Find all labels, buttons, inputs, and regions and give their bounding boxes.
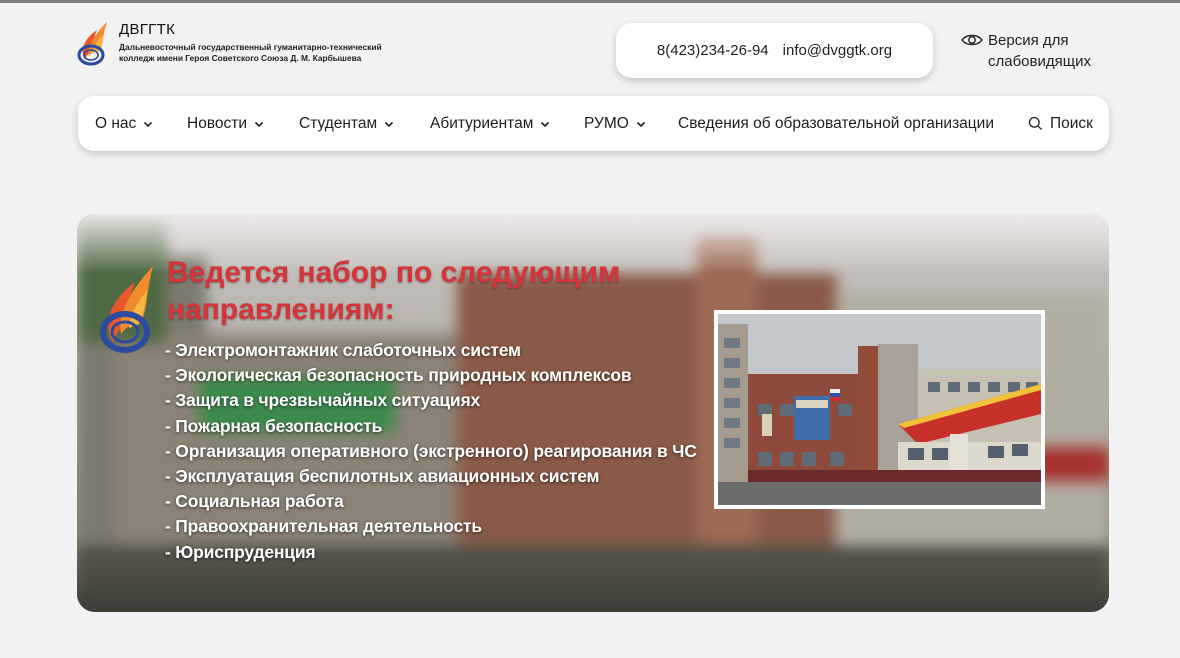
nav-item-label: РУМО	[584, 114, 629, 132]
programs-list: Электромонтажник слаботочных систем Экол…	[165, 338, 697, 565]
banner-title: Ведется набор по следующим направлениям:	[167, 256, 621, 326]
nav-item-about[interactable]: О нас	[95, 96, 153, 151]
program-item: Защита в чрезвычайных ситуациях	[165, 388, 697, 413]
program-item: Пожарная безопасность	[165, 414, 697, 439]
nav-item-label: Новости	[187, 114, 248, 132]
nav-item-label: О нас	[95, 114, 137, 132]
banner-emblem-icon	[100, 266, 153, 353]
program-item: Организация оперативного (экстренного) р…	[165, 439, 697, 464]
search-label: Поиск	[1050, 114, 1093, 132]
admission-banner[interactable]: Ведется набор по следующим направлениям:…	[77, 214, 1109, 612]
program-item: Электромонтажник слаботочных систем	[165, 338, 697, 363]
eye-icon	[961, 34, 983, 46]
nav-item-label: Студентам	[299, 114, 378, 132]
nav-item-org-info[interactable]: Сведения об образовательной организации	[678, 96, 994, 151]
chevron-down-icon	[385, 121, 394, 128]
college-building-photo	[714, 310, 1045, 509]
chevron-down-icon	[636, 121, 645, 128]
search-icon	[1028, 116, 1043, 131]
nav-item-label: Абитуриентам	[430, 114, 534, 132]
main-navigation: О нас Новости Студентам Абитуриентам РУМ…	[78, 96, 1109, 151]
nav-item-news[interactable]: Новости	[187, 96, 264, 151]
program-item: Экологическая безопасность природных ком…	[165, 363, 697, 388]
logo-full-name: Дальневосточный государственный гуманита…	[119, 42, 382, 63]
college-emblem-icon	[77, 22, 107, 66]
nav-item-rumo[interactable]: РУМО	[584, 96, 646, 151]
chevron-down-icon	[541, 121, 550, 128]
accessibility-version-link[interactable]: Версия для слабовидящих	[961, 30, 1098, 72]
search-button[interactable]: Поиск	[1028, 96, 1093, 151]
building-illustration	[718, 314, 1041, 505]
program-item: Правоохранительная деятельность	[165, 514, 697, 539]
top-border	[0, 0, 1180, 3]
logo-abbreviation: ДВГГТК	[119, 21, 176, 38]
nav-item-applicants[interactable]: Абитуриентам	[430, 96, 550, 151]
email-link[interactable]: info@dvggtk.org	[783, 42, 892, 59]
phone-link[interactable]: 8(423)234-26-94	[657, 42, 769, 59]
program-item: Социальная работа	[165, 489, 697, 514]
nav-item-students[interactable]: Студентам	[299, 96, 394, 151]
program-item: Юриспруденция	[165, 540, 697, 565]
nav-item-label: Сведения об образовательной организации	[678, 114, 994, 132]
site-logo[interactable]: ДВГГТК Дальневосточный государственный г…	[77, 20, 419, 68]
chevron-down-icon	[144, 121, 153, 128]
contact-panel: 8(423)234-26-94 info@dvggtk.org	[616, 23, 933, 78]
chevron-down-icon	[254, 121, 264, 128]
accessibility-label: Версия для слабовидящих	[988, 32, 1091, 70]
program-item: Эксплуатация беспилотных авиационных сис…	[165, 464, 697, 489]
